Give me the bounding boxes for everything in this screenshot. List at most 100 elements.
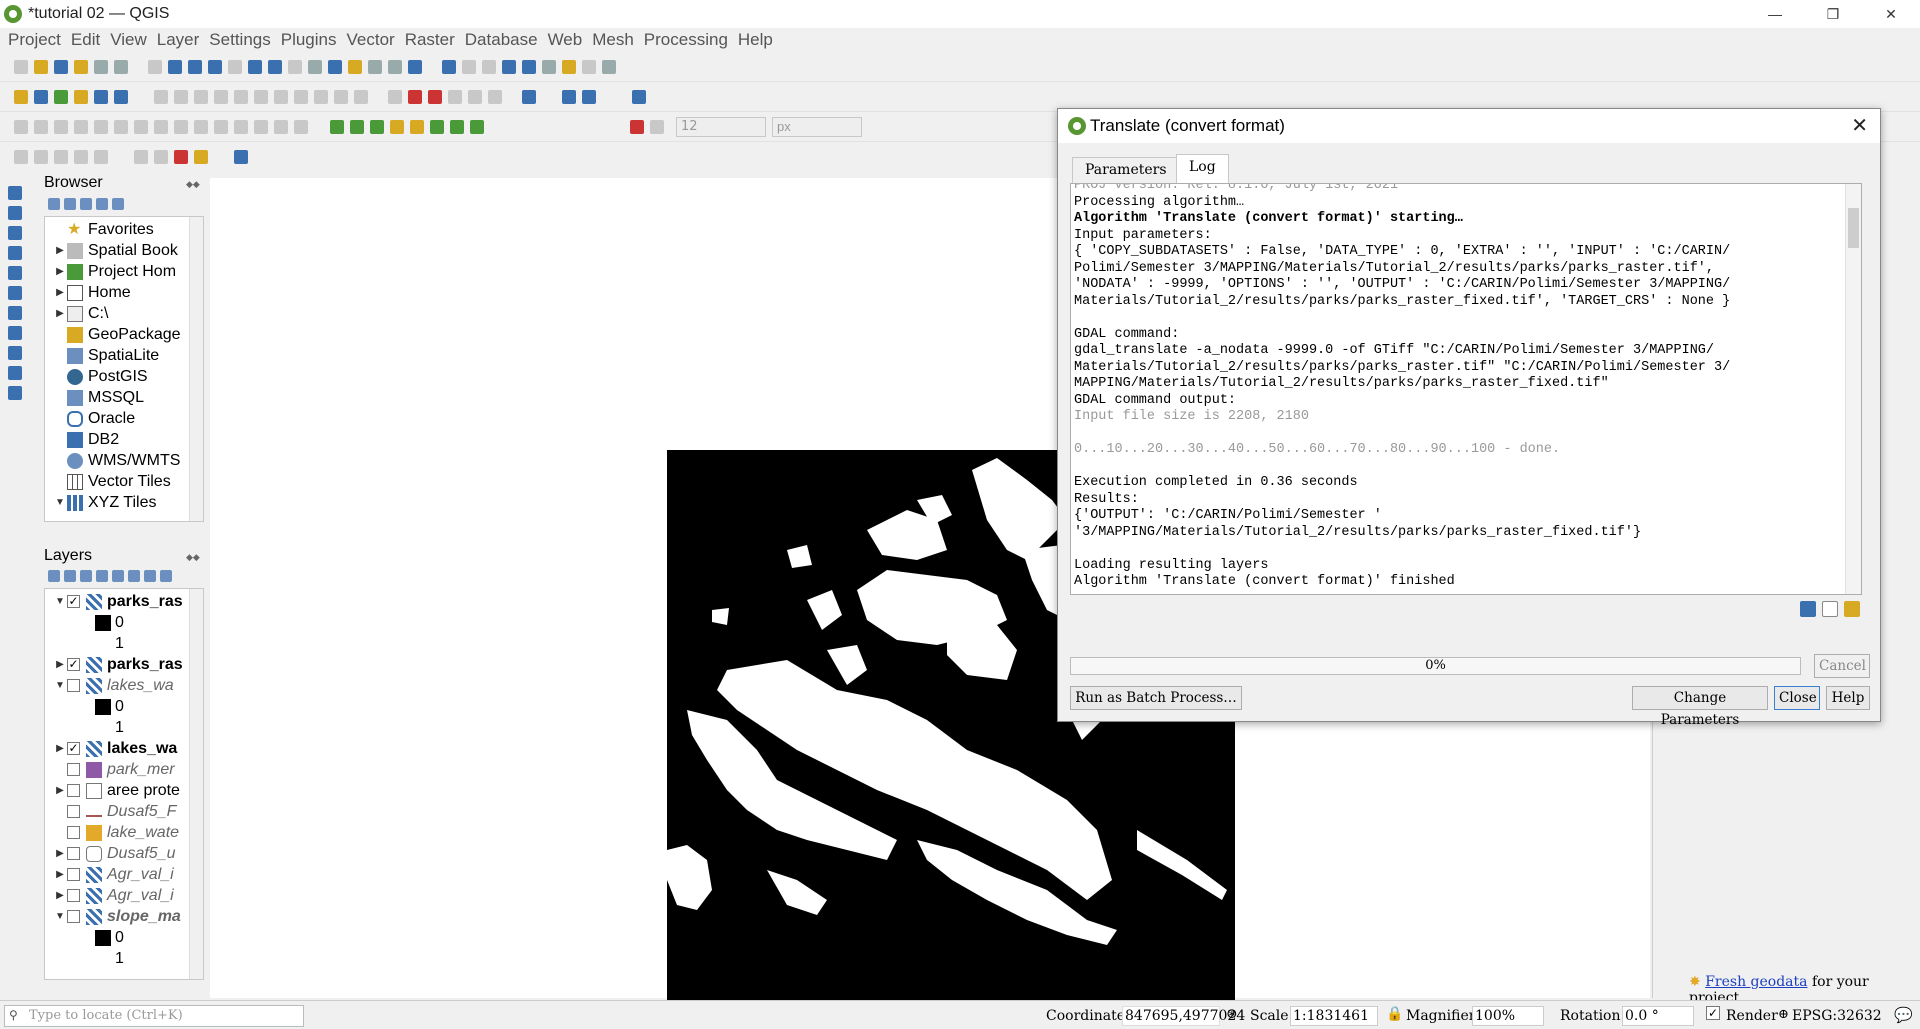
magnet-icon[interactable]	[630, 119, 644, 134]
database-icon[interactable]	[522, 89, 536, 104]
layer-checkbox[interactable]	[67, 868, 80, 881]
label-move-icon[interactable]	[448, 89, 462, 104]
menu-mesh[interactable]: Mesh	[592, 30, 634, 50]
merge-attributes-icon[interactable]	[214, 119, 228, 134]
layer-checkbox[interactable]	[67, 784, 80, 797]
layers-scrollbar[interactable]	[189, 589, 203, 979]
select-by-location-icon[interactable]	[562, 89, 576, 104]
cancel-button[interactable]: Cancel	[1814, 654, 1870, 678]
clear-log-icon[interactable]	[1844, 601, 1860, 617]
tab-log[interactable]: Log	[1176, 154, 1229, 184]
crs-button[interactable]: EPSG:32632	[1792, 1008, 1882, 1024]
grid-tool-icon[interactable]	[8, 226, 22, 240]
fill-ring-icon[interactable]	[54, 119, 68, 134]
temporal-icon[interactable]	[388, 59, 402, 74]
raster-tool-icon[interactable]	[8, 206, 22, 220]
menu-view[interactable]: View	[110, 30, 147, 50]
log-scrollbar[interactable]	[1845, 184, 1861, 594]
style-icon[interactable]	[48, 570, 60, 582]
data-source-manager-icon[interactable]	[14, 89, 28, 104]
snapping-options-icon[interactable]	[470, 119, 484, 134]
expand-arrow-icon[interactable]: ▶	[53, 785, 67, 796]
select-shape-icon[interactable]	[14, 150, 28, 164]
expand-all-icon[interactable]	[128, 570, 140, 582]
paste-icon[interactable]	[314, 89, 328, 104]
expand-arrow-icon[interactable]: ▶	[53, 890, 67, 901]
identify-icon[interactable]	[442, 59, 456, 74]
edit-icon[interactable]	[154, 89, 168, 104]
select-feature-icon[interactable]	[582, 59, 596, 74]
map-tips-icon[interactable]	[562, 59, 576, 74]
close-window-button[interactable]: ✕	[1862, 0, 1920, 28]
browser-item-mssql[interactable]: MSSQL	[45, 387, 144, 408]
zoom-native-icon[interactable]	[288, 59, 302, 74]
menu-vector[interactable]: Vector	[347, 30, 395, 50]
collapse-all-icon[interactable]	[96, 198, 108, 210]
save-as-icon[interactable]	[74, 59, 88, 74]
add-csv-icon[interactable]	[114, 89, 128, 104]
select-features-icon[interactable]	[134, 150, 148, 164]
expand-arrow-icon[interactable]: ▶	[53, 869, 67, 880]
pan-icon[interactable]	[148, 59, 162, 74]
browser-item-favorites[interactable]: ★ Favorites	[45, 219, 154, 240]
layer-item[interactable]: ▶ ✓ parks_ras	[45, 654, 183, 675]
layer-checkbox[interactable]	[67, 847, 80, 860]
shape-polygon-icon[interactable]	[94, 150, 108, 164]
add-ring-icon[interactable]	[14, 119, 28, 134]
new-layer-icon[interactable]	[34, 89, 48, 104]
delete-ring-icon[interactable]	[74, 119, 88, 134]
menu-settings[interactable]: Settings	[209, 30, 270, 50]
layer-checkbox[interactable]	[67, 679, 80, 692]
wfs-tool-icon[interactable]	[8, 346, 22, 360]
snap-units-select[interactable]: px	[772, 116, 862, 137]
redo-icon[interactable]	[354, 89, 368, 104]
expand-arrow-icon[interactable]: ▶	[53, 659, 67, 670]
collapse-arrow-icon[interactable]: ▼	[53, 680, 67, 691]
deselect-icon[interactable]	[174, 150, 188, 164]
dialog-close-icon[interactable]: ✕	[1851, 113, 1868, 138]
menu-database[interactable]: Database	[465, 30, 538, 50]
reverse-line-icon[interactable]	[274, 119, 288, 134]
undo-icon[interactable]	[334, 89, 348, 104]
pan-to-selection-icon[interactable]	[168, 59, 182, 74]
snap-mode-icon[interactable]	[650, 119, 664, 134]
menu-web[interactable]: Web	[548, 30, 583, 50]
pin-icon[interactable]	[194, 150, 208, 164]
curve-tool-icon[interactable]	[8, 266, 22, 280]
globe-icon[interactable]	[582, 89, 596, 104]
browser-item-spatial-bookmarks[interactable]: ▶ Spatial Book	[45, 240, 178, 261]
news-link[interactable]: Fresh geodata	[1705, 974, 1807, 990]
remove-layer-icon[interactable]	[160, 570, 172, 582]
cut-icon[interactable]	[274, 89, 288, 104]
query-tool-icon[interactable]	[8, 246, 22, 260]
collapse-arrow-icon[interactable]: ▼	[53, 911, 67, 922]
attributes-icon[interactable]	[462, 59, 476, 74]
help-button[interactable]: Help	[1826, 686, 1870, 710]
shape-rectangle-icon[interactable]	[74, 150, 88, 164]
visibility-icon[interactable]	[80, 570, 92, 582]
wms-tool-icon[interactable]	[8, 326, 22, 340]
filter-legend-icon[interactable]	[96, 570, 108, 582]
open-table-icon[interactable]	[482, 59, 496, 74]
snapping-vertex-icon[interactable]	[350, 119, 364, 134]
browser-panel-buttons[interactable]: ◆◆	[186, 179, 200, 190]
menu-project[interactable]: Project	[8, 30, 61, 50]
add-mesh-icon[interactable]	[94, 89, 108, 104]
log-scrollbar-thumb[interactable]	[1848, 208, 1859, 248]
copy-log-icon[interactable]	[1822, 601, 1838, 617]
snapping-intersect-icon[interactable]	[390, 119, 404, 134]
snapping-segment-icon[interactable]	[370, 119, 384, 134]
label-change-icon[interactable]	[488, 89, 502, 104]
rotate-symbols-icon[interactable]	[234, 119, 248, 134]
delete-icon[interactable]	[254, 89, 268, 104]
layer-item[interactable]: ▼ lakes_wa	[45, 675, 174, 696]
browser-item-home[interactable]: ▶ Home	[45, 282, 131, 303]
shape-ellipse-icon[interactable]	[54, 150, 68, 164]
scale-combobox[interactable]: 1:1831461	[1290, 1006, 1378, 1026]
messages-icon[interactable]: 💬	[1894, 1006, 1913, 1024]
zoom-last-icon[interactable]	[308, 59, 322, 74]
layer-checkbox[interactable]	[67, 889, 80, 902]
menu-plugins[interactable]: Plugins	[281, 30, 337, 50]
select-by-value-icon[interactable]	[154, 150, 168, 164]
shape-circle-icon[interactable]	[34, 150, 48, 164]
